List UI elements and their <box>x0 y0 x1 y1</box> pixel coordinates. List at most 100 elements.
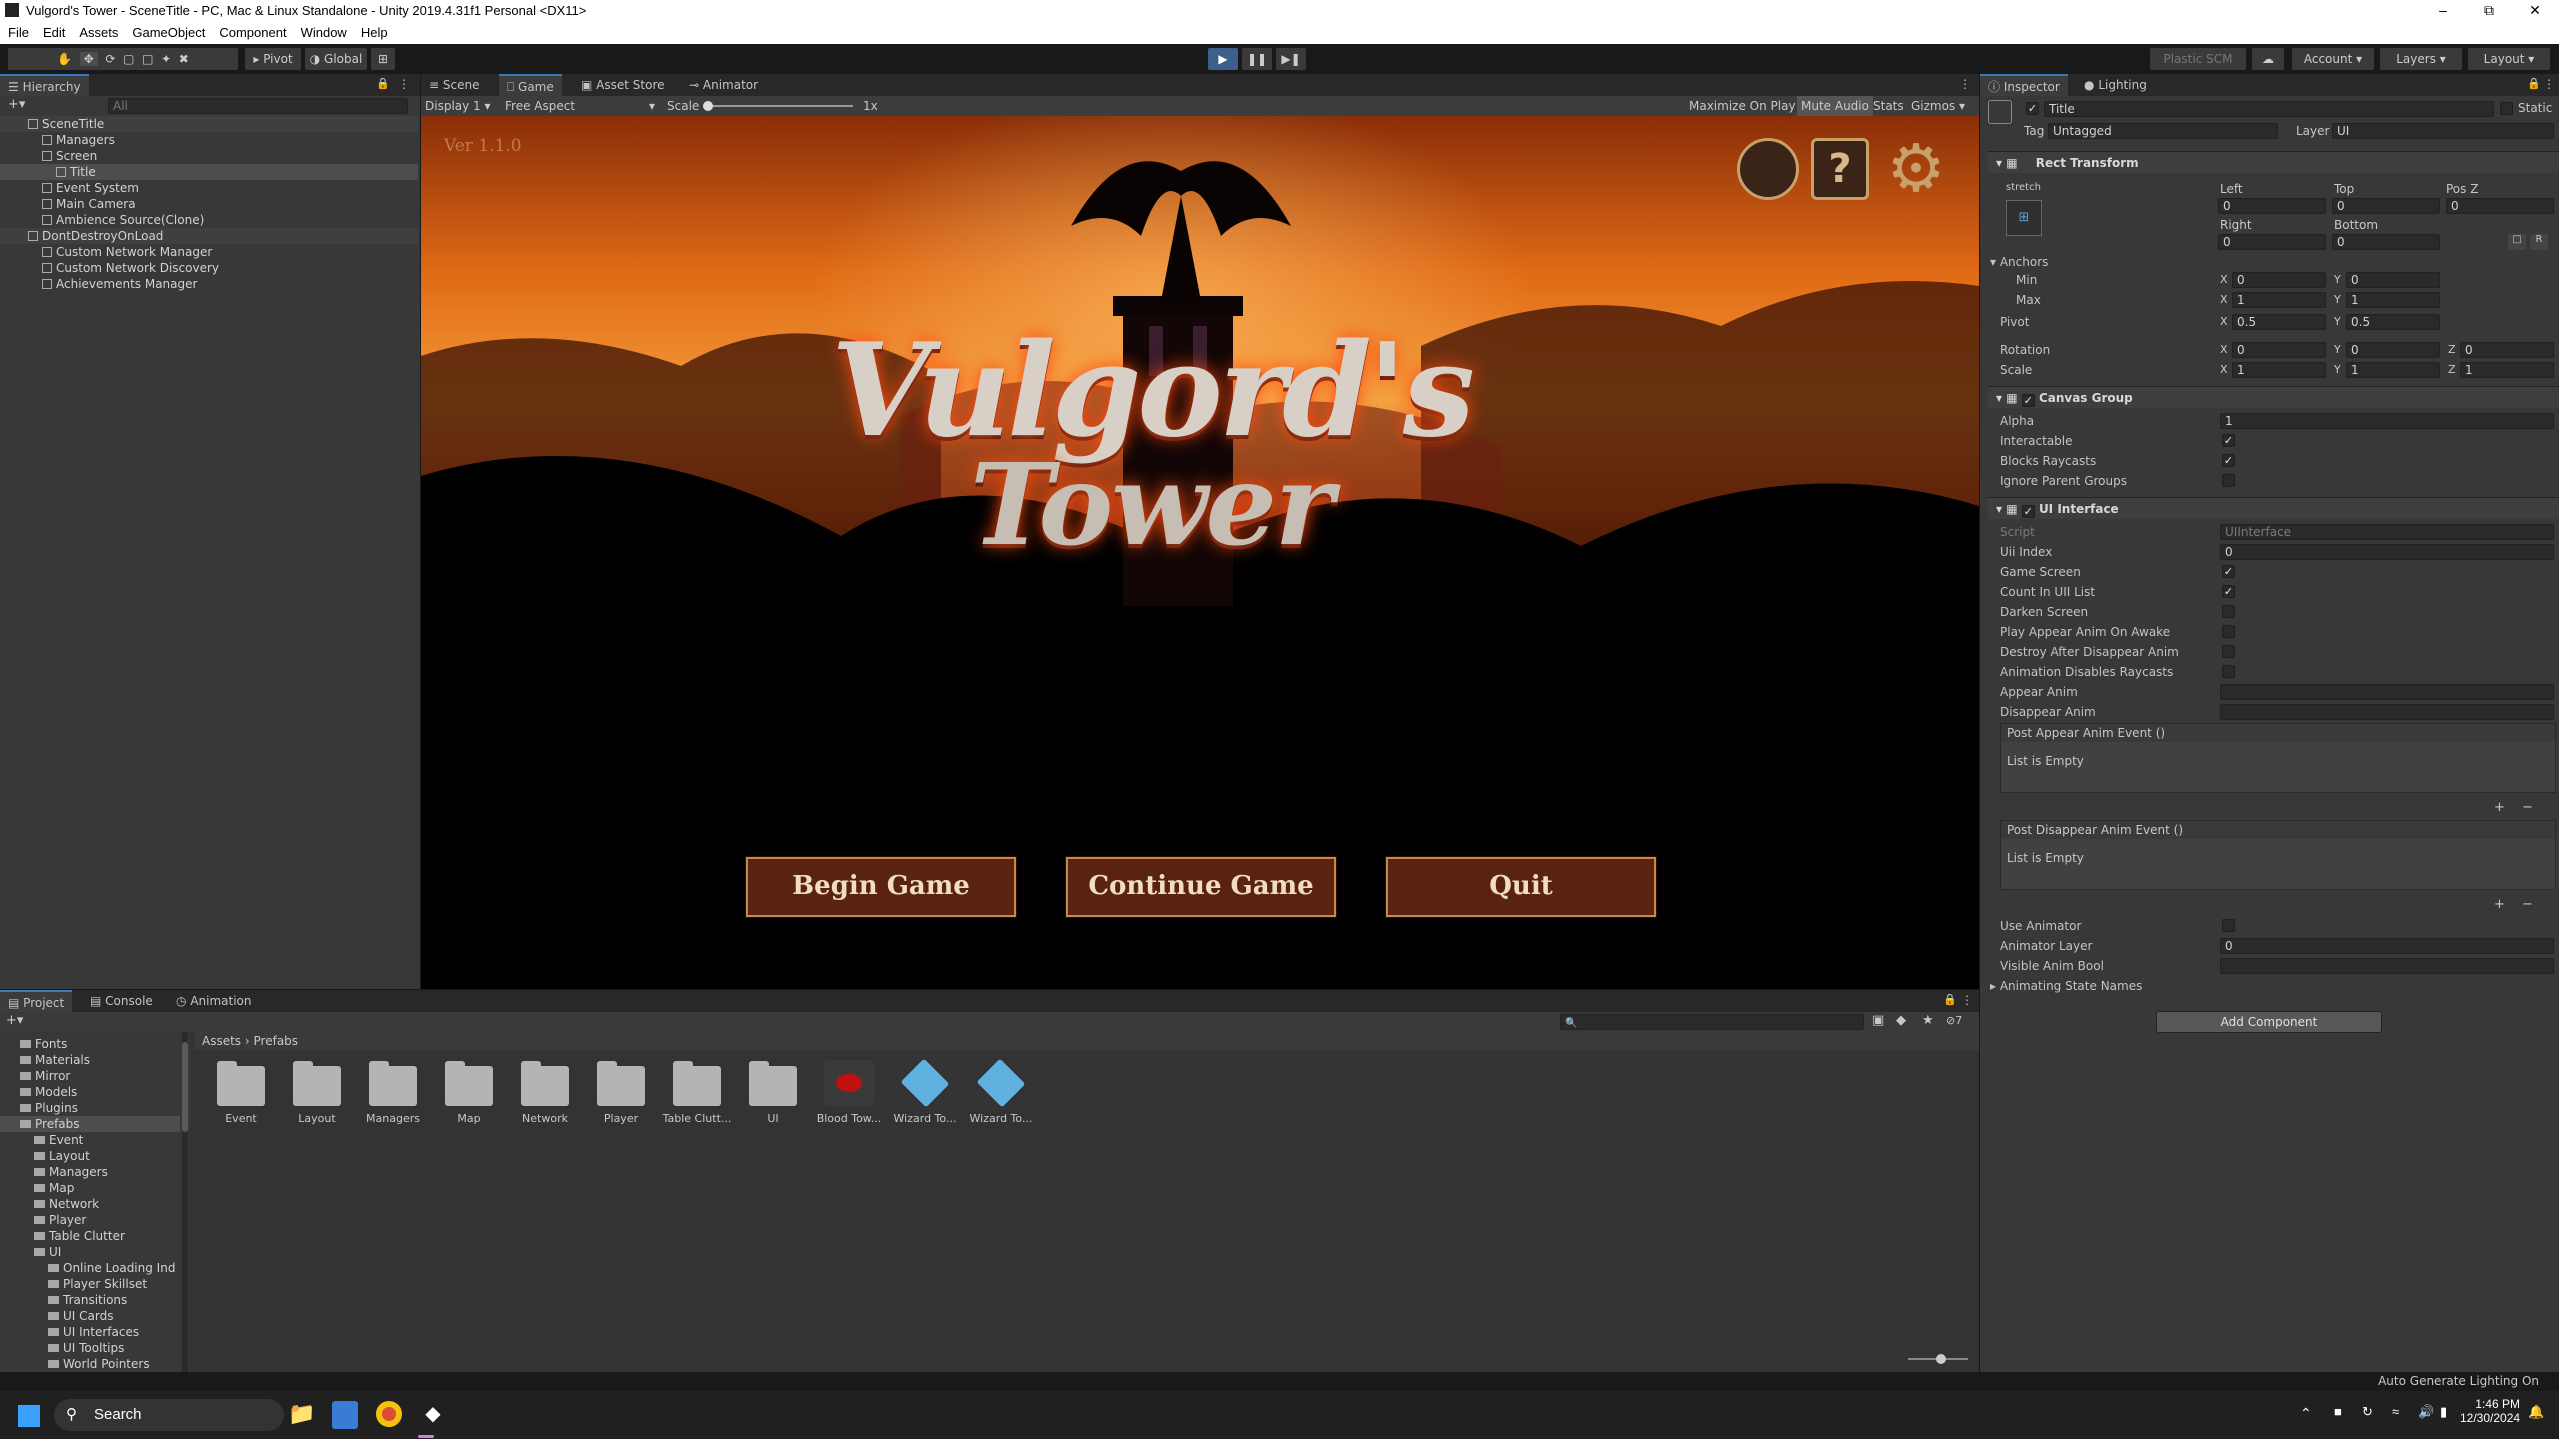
scale-slider[interactable] <box>703 101 853 111</box>
layout-dropdown[interactable]: Layout ▾ <box>2468 48 2550 70</box>
add-listener-icon[interactable]: + <box>2494 800 2505 815</box>
account-dropdown[interactable]: Account ▾ <box>2292 48 2374 70</box>
plastic-scm-button[interactable]: Plastic SCM <box>2150 48 2246 70</box>
interactable-checkbox[interactable]: ✓ <box>2222 434 2235 447</box>
hierarchy-item[interactable]: Title <box>0 164 418 180</box>
visible-anim-bool-field[interactable] <box>2220 958 2554 974</box>
tab-lighting[interactable]: ● Lighting <box>2076 74 2155 96</box>
project-tree-item[interactable]: Transitions <box>0 1292 180 1308</box>
project-tree-item[interactable]: Player Skillset <box>0 1276 180 1292</box>
project-tree-item[interactable]: Prefabs <box>0 1116 180 1132</box>
chrome-icon[interactable] <box>376 1401 402 1427</box>
hierarchy-item[interactable]: DontDestroyOnLoad <box>0 228 418 244</box>
play-button[interactable]: ▶ <box>1208 48 1238 70</box>
project-tree-item[interactable]: UI Tooltips <box>0 1340 180 1356</box>
hierarchy-item[interactable]: Ambience Source(Clone) <box>0 212 418 228</box>
taskbar-search[interactable]: ⚲ Search <box>54 1399 284 1431</box>
sync-icon[interactable]: ↻ <box>2362 1404 2373 1420</box>
project-tree-item[interactable]: Managers <box>0 1164 180 1180</box>
asset-item[interactable]: Wizard To... <box>890 1058 960 1125</box>
hierarchy-item[interactable]: Custom Network Discovery <box>0 260 418 276</box>
uii-index-field[interactable]: 0 <box>2220 544 2554 560</box>
maximize-on-play-toggle[interactable]: Maximize On Play <box>1689 96 1796 116</box>
project-tree-item[interactable]: UI <box>0 1244 180 1260</box>
gizmos-dropdown[interactable]: Gizmos ▾ <box>1911 96 1965 116</box>
layer-dropdown[interactable]: UI <box>2332 123 2554 139</box>
remove-listener-icon[interactable]: − <box>2522 800 2533 815</box>
menu-window[interactable]: Window <box>293 22 353 40</box>
wifi-icon[interactable]: ≈ <box>2392 1404 2399 1419</box>
static-checkbox[interactable] <box>2500 102 2513 115</box>
lock-icon[interactable]: 🔒 <box>1943 993 1957 1006</box>
project-tree-item[interactable]: Fonts <box>0 1036 180 1052</box>
hierarchy-item[interactable]: Managers <box>0 132 418 148</box>
hierarchy-item[interactable]: Event System <box>0 180 418 196</box>
icon-size-slider[interactable] <box>1908 1354 1968 1364</box>
project-tree-item[interactable]: Map <box>0 1180 180 1196</box>
help-icon[interactable]: ? <box>1811 138 1869 200</box>
ui-interface-header[interactable]: ▾ ▦ ✓ UI Interface <box>1988 497 2559 519</box>
rotation-y-field[interactable]: 0 <box>2346 342 2440 358</box>
rect-tool-icon[interactable]: □ <box>142 52 153 66</box>
project-tree-item[interactable]: Online Loading Ind <box>0 1260 180 1276</box>
hierarchy-item[interactable]: Main Camera <box>0 196 418 212</box>
hierarchy-item[interactable]: Custom Network Manager <box>0 244 418 260</box>
kebab-menu-icon[interactable]: ⋮ <box>2543 77 2555 91</box>
anchor-max-y-field[interactable]: 1 <box>2346 292 2440 308</box>
tab-animation[interactable]: ◷ Animation <box>168 990 260 1012</box>
kebab-menu-icon[interactable]: ⋮ <box>398 77 410 91</box>
lock-icon[interactable]: 🔒 <box>2527 77 2541 90</box>
transform-tool-icon[interactable]: ✦ <box>161 52 171 66</box>
asset-item[interactable]: Wizard To... <box>966 1058 1036 1125</box>
asset-item[interactable]: UI <box>738 1060 808 1125</box>
lock-icon[interactable]: 🔒 <box>376 77 390 90</box>
minimize-icon[interactable]: – <box>2420 0 2466 22</box>
quit-button[interactable]: Quit <box>1386 857 1656 917</box>
anchor-max-x-field[interactable]: 1 <box>2232 292 2326 308</box>
tree-scrollbar[interactable] <box>182 1032 188 1372</box>
project-tree-item[interactable]: Table Clutter <box>0 1228 180 1244</box>
tab-console[interactable]: ▤ Console <box>82 990 161 1012</box>
scale-y-field[interactable]: 1 <box>2346 362 2440 378</box>
rotate-tool-icon[interactable]: ⟳ <box>105 52 115 66</box>
ui-interface-enabled-checkbox[interactable]: ✓ <box>2021 505 2035 518</box>
pivot-y-field[interactable]: 0.5 <box>2346 314 2440 330</box>
filter-type-icon[interactable]: ▣ <box>1872 1013 1884 1028</box>
filter-label-icon[interactable]: ◆ <box>1896 1013 1906 1028</box>
mute-audio-toggle[interactable]: Mute Audio <box>1797 96 1873 116</box>
anchor-min-y-field[interactable]: 0 <box>2346 272 2440 288</box>
asset-item[interactable]: Blood Tow... <box>814 1060 884 1125</box>
move-tool-icon[interactable]: ✥ <box>79 52 98 66</box>
continue-game-button[interactable]: Continue Game <box>1066 857 1336 917</box>
favorite-star-icon[interactable]: ★ <box>1922 1013 1934 1028</box>
tab-hierarchy[interactable]: ☰ Hierarchy <box>0 74 89 96</box>
hierarchy-item[interactable]: Screen <box>0 148 418 164</box>
project-tree-item[interactable]: Layout <box>0 1148 180 1164</box>
lighting-status[interactable]: Auto Generate Lighting On <box>2378 1372 2539 1391</box>
project-tree-item[interactable]: Plugins <box>0 1100 180 1116</box>
rect-transform-header[interactable]: ▾ ▦ Rect Transform <box>1988 151 2559 173</box>
unity-taskbar-icon[interactable]: ◆ <box>420 1401 446 1427</box>
play-appear-checkbox[interactable] <box>2222 625 2235 638</box>
cloud-icon[interactable]: ☁ <box>2252 48 2284 70</box>
project-tree-item[interactable]: UI Cards <box>0 1308 180 1324</box>
step-button[interactable]: ▶❚ <box>1276 48 1306 70</box>
display-dropdown[interactable]: Display 1 ▾ <box>425 96 491 116</box>
clock[interactable]: 1:46 PM 12/30/2024 <box>2460 1397 2520 1425</box>
hand-tool-icon[interactable]: ✋ <box>57 52 72 66</box>
anchor-min-x-field[interactable]: 0 <box>2232 272 2326 288</box>
tab-project[interactable]: ▤ Project <box>0 990 73 1012</box>
project-search-input[interactable]: 🔍 <box>1560 1014 1864 1030</box>
breadcrumb-assets[interactable]: Assets <box>194 1034 241 1048</box>
rotation-x-field[interactable]: 0 <box>2232 342 2326 358</box>
windows-start-icon[interactable] <box>18 1405 40 1427</box>
tab-game[interactable]: ⎕ Game <box>499 74 562 96</box>
menu-help[interactable]: Help <box>353 22 394 40</box>
custom-tool-icon[interactable]: ✖ <box>179 52 189 66</box>
animator-layer-field[interactable]: 0 <box>2220 938 2554 954</box>
posz-field[interactable]: 0 <box>2446 198 2554 214</box>
create-asset-icon[interactable]: +▾ <box>6 1013 23 1028</box>
project-tree-item[interactable]: Event <box>0 1132 180 1148</box>
discord-icon[interactable] <box>1737 138 1799 200</box>
ignore-parent-groups-checkbox[interactable] <box>2222 474 2235 487</box>
